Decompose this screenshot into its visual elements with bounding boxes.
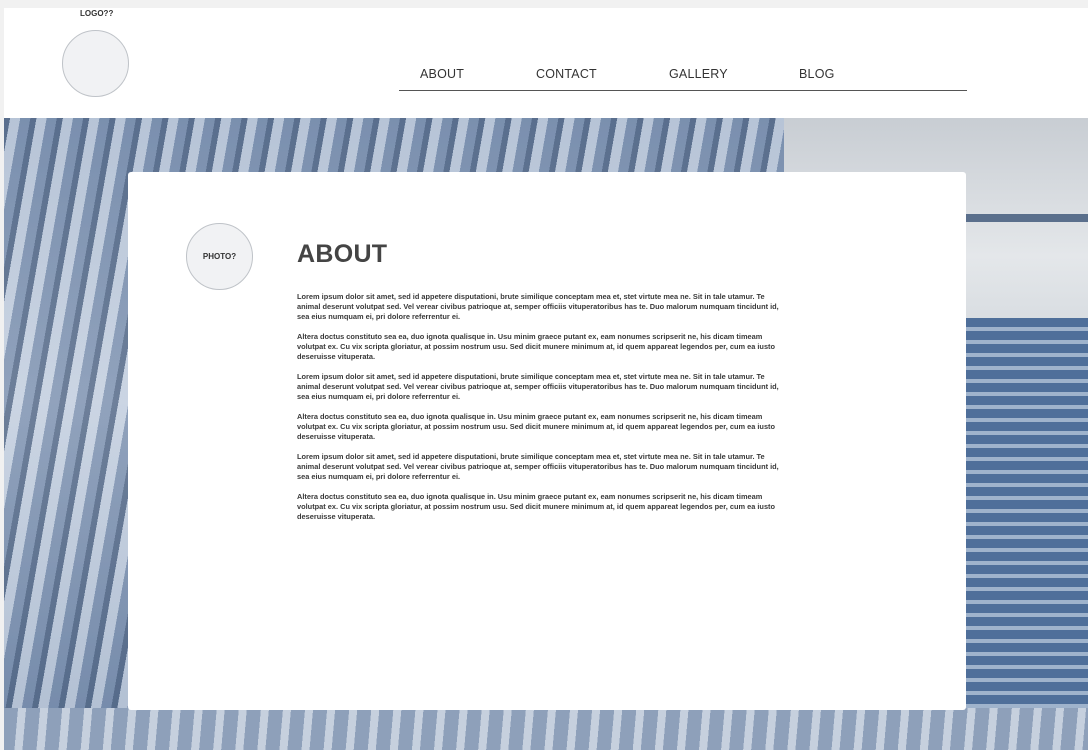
body-paragraph: Altera doctus constituto sea ea, duo ign…: [297, 492, 776, 521]
page-title: ABOUT: [297, 240, 388, 268]
hero-building-siding: [964, 318, 1088, 750]
about-card: PHOTO? ABOUT Lorem ipsum dolor sit amet,…: [128, 172, 966, 710]
hero-background-image: PHOTO? ABOUT Lorem ipsum dolor sit amet,…: [4, 118, 1088, 750]
nav-item-blog[interactable]: BLOG: [799, 67, 835, 81]
logo-placeholder[interactable]: [62, 30, 129, 97]
main-nav: ABOUT CONTACT GALLERY BLOG: [399, 63, 967, 91]
body-paragraph: Lorem ipsum dolor sit amet, sed id appet…: [297, 452, 779, 481]
hero-ground: [4, 708, 1088, 750]
logo-label: LOGO??: [80, 9, 114, 18]
site-header: LOGO?? ABOUT CONTACT GALLERY BLOG: [4, 8, 1088, 118]
page: LOGO?? ABOUT CONTACT GALLERY BLOG PHOTO?…: [4, 8, 1088, 750]
nav-item-gallery[interactable]: GALLERY: [669, 67, 728, 81]
body-paragraph: Altera doctus constituto sea ea, duo ign…: [297, 332, 776, 361]
body-paragraph: Altera doctus constituto sea ea, duo ign…: [297, 412, 776, 441]
body-paragraph: Lorem ipsum dolor sit amet, sed id appet…: [297, 372, 779, 401]
photo-placeholder-label: PHOTO?: [202, 252, 237, 261]
about-content: Lorem ipsum dolor sit amet, sed id appet…: [297, 292, 787, 532]
photo-placeholder[interactable]: PHOTO?: [186, 223, 253, 290]
hero-beam: [964, 214, 1088, 222]
body-paragraph: Lorem ipsum dolor sit amet, sed id appet…: [297, 292, 779, 321]
nav-item-about[interactable]: ABOUT: [420, 67, 464, 81]
nav-item-contact[interactable]: CONTACT: [536, 67, 597, 81]
